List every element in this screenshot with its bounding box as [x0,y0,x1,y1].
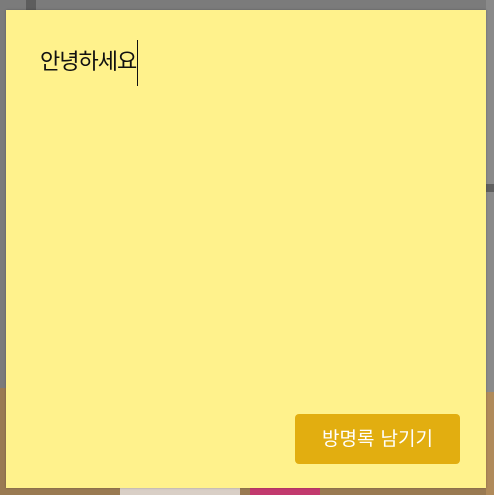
guestbook-sticky-note: 안녕하세요 방명록 남기기 [6,10,486,488]
background-ledge [486,184,494,192]
background-floor-edge [486,392,494,495]
text-caret [137,40,139,86]
background-object [120,488,240,495]
guestbook-message-text: 안녕하세요 [40,50,137,75]
guestbook-message-input[interactable]: 안녕하세요 [40,40,460,380]
background-post [26,0,36,10]
background-object-pink [250,488,320,495]
leave-guestbook-button[interactable]: 방명록 남기기 [295,414,460,464]
